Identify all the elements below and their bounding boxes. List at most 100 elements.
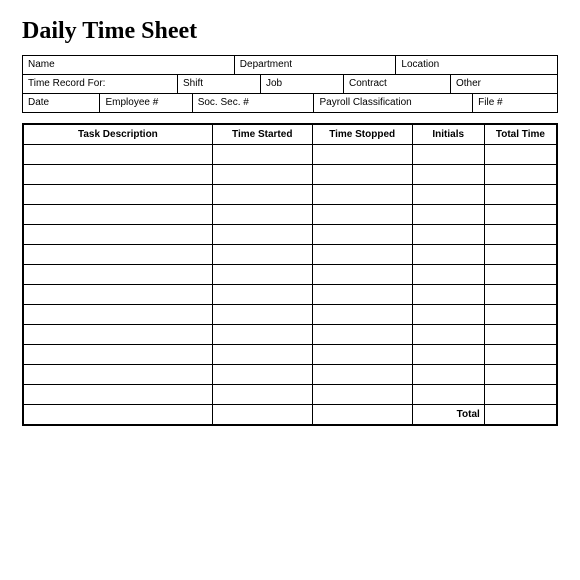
page: Daily Time Sheet Name Department Locatio… <box>0 0 580 436</box>
total-cell[interactable] <box>484 305 556 325</box>
task-cell[interactable] <box>24 325 213 345</box>
started-cell[interactable] <box>212 345 312 365</box>
table-row <box>24 205 557 225</box>
started-cell[interactable] <box>212 225 312 245</box>
name-cell: Name <box>23 56 235 74</box>
time-record-for-cell: Time Record For: <box>23 75 178 93</box>
stopped-cell[interactable] <box>312 265 412 285</box>
initials-cell[interactable] <box>412 165 484 185</box>
task-cell[interactable] <box>24 345 213 365</box>
started-cell[interactable] <box>212 265 312 285</box>
task-cell[interactable] <box>24 145 213 165</box>
task-table-container: Task Description Time Started Time Stopp… <box>22 123 558 426</box>
stopped-cell[interactable] <box>312 325 412 345</box>
stopped-cell[interactable] <box>312 225 412 245</box>
started-cell[interactable] <box>212 285 312 305</box>
stopped-cell[interactable] <box>312 305 412 325</box>
employee-num-cell: Employee # <box>100 94 192 112</box>
stopped-cell[interactable] <box>312 345 412 365</box>
shift-cell: Shift <box>178 75 261 93</box>
total-row: Total <box>24 405 557 425</box>
total-cell[interactable] <box>484 285 556 305</box>
table-row <box>24 265 557 285</box>
job-cell: Job <box>261 75 344 93</box>
initials-cell[interactable] <box>412 345 484 365</box>
total-cell[interactable] <box>484 325 556 345</box>
page-title: Daily Time Sheet <box>22 18 558 45</box>
total-empty-3 <box>312 405 412 425</box>
total-empty-2 <box>212 405 312 425</box>
total-cell[interactable] <box>484 165 556 185</box>
stopped-cell[interactable] <box>312 285 412 305</box>
started-cell[interactable] <box>212 145 312 165</box>
task-rows-body: Total <box>24 145 557 425</box>
header-section: Name Department Location Time Record For… <box>22 55 558 113</box>
initials-cell[interactable] <box>412 385 484 405</box>
stopped-cell[interactable] <box>312 165 412 185</box>
payroll-cell: Payroll Classification <box>314 94 473 112</box>
col-header-task: Task Description <box>24 125 213 145</box>
total-cell[interactable] <box>484 245 556 265</box>
initials-cell[interactable] <box>412 245 484 265</box>
task-cell[interactable] <box>24 165 213 185</box>
col-header-total: Total Time <box>484 125 556 145</box>
col-header-initials: Initials <box>412 125 484 145</box>
stopped-cell[interactable] <box>312 205 412 225</box>
task-cell[interactable] <box>24 385 213 405</box>
col-header-stopped: Time Stopped <box>312 125 412 145</box>
table-row <box>24 245 557 265</box>
initials-cell[interactable] <box>412 285 484 305</box>
total-value[interactable] <box>484 405 556 425</box>
table-row <box>24 285 557 305</box>
total-cell[interactable] <box>484 145 556 165</box>
total-cell[interactable] <box>484 365 556 385</box>
total-cell[interactable] <box>484 225 556 245</box>
table-row <box>24 305 557 325</box>
header-row-2: Time Record For: Shift Job Contract Othe… <box>23 75 557 94</box>
started-cell[interactable] <box>212 365 312 385</box>
task-cell[interactable] <box>24 205 213 225</box>
started-cell[interactable] <box>212 325 312 345</box>
started-cell[interactable] <box>212 165 312 185</box>
task-cell[interactable] <box>24 245 213 265</box>
stopped-cell[interactable] <box>312 185 412 205</box>
other-cell: Other <box>451 75 557 93</box>
total-label: Total <box>412 405 484 425</box>
header-row-1: Name Department Location <box>23 56 557 75</box>
task-cell[interactable] <box>24 265 213 285</box>
initials-cell[interactable] <box>412 365 484 385</box>
initials-cell[interactable] <box>412 185 484 205</box>
initials-cell[interactable] <box>412 145 484 165</box>
started-cell[interactable] <box>212 185 312 205</box>
task-cell[interactable] <box>24 285 213 305</box>
task-cell[interactable] <box>24 185 213 205</box>
started-cell[interactable] <box>212 385 312 405</box>
total-cell[interactable] <box>484 265 556 285</box>
started-cell[interactable] <box>212 245 312 265</box>
started-cell[interactable] <box>212 205 312 225</box>
initials-cell[interactable] <box>412 265 484 285</box>
total-cell[interactable] <box>484 205 556 225</box>
initials-cell[interactable] <box>412 305 484 325</box>
task-table: Task Description Time Started Time Stopp… <box>23 124 557 425</box>
initials-cell[interactable] <box>412 205 484 225</box>
table-row <box>24 385 557 405</box>
stopped-cell[interactable] <box>312 145 412 165</box>
initials-cell[interactable] <box>412 225 484 245</box>
header-row-3: Date Employee # Soc. Sec. # Payroll Clas… <box>23 94 557 112</box>
task-cell[interactable] <box>24 365 213 385</box>
task-cell[interactable] <box>24 305 213 325</box>
department-cell: Department <box>235 56 397 74</box>
total-cell[interactable] <box>484 345 556 365</box>
started-cell[interactable] <box>212 305 312 325</box>
contract-cell: Contract <box>344 75 451 93</box>
location-cell: Location <box>396 56 557 74</box>
stopped-cell[interactable] <box>312 385 412 405</box>
stopped-cell[interactable] <box>312 365 412 385</box>
total-cell[interactable] <box>484 385 556 405</box>
stopped-cell[interactable] <box>312 245 412 265</box>
total-cell[interactable] <box>484 185 556 205</box>
task-cell[interactable] <box>24 225 213 245</box>
initials-cell[interactable] <box>412 325 484 345</box>
soc-sec-cell: Soc. Sec. # <box>193 94 315 112</box>
